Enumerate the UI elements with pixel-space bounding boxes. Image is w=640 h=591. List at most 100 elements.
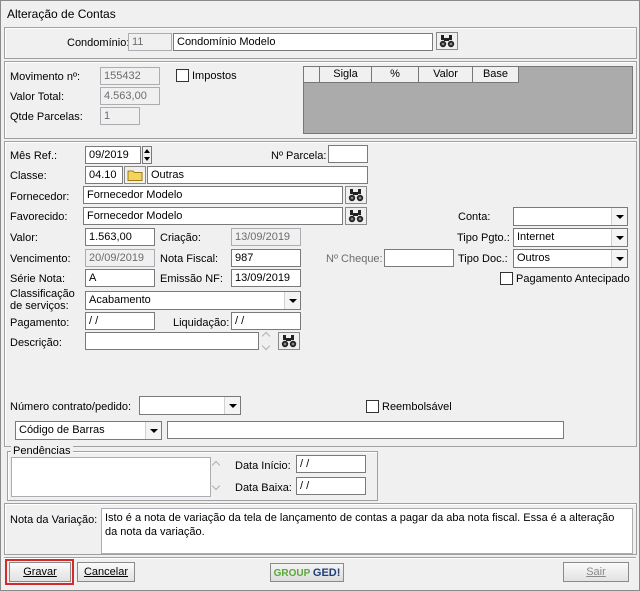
fornecedor-search-button[interactable] bbox=[345, 186, 367, 204]
scroll-up-icon[interactable] bbox=[211, 460, 221, 470]
condominio-name-field[interactable]: Condomínio Modelo bbox=[173, 33, 433, 51]
nota-label: Nota da Variação: bbox=[10, 514, 98, 526]
valor-field[interactable]: 1.563,00 bbox=[85, 228, 155, 246]
data-inicio-field[interactable]: / / bbox=[296, 455, 366, 473]
vencimento-label: Vencimento: bbox=[10, 253, 71, 265]
tipo-doc-value: Outros bbox=[517, 252, 551, 264]
classe-name-field[interactable]: Outras bbox=[147, 166, 368, 184]
gravar-button[interactable]: Gravar bbox=[9, 562, 71, 582]
impostos-grid[interactable]: Sigla % Valor Base bbox=[303, 66, 633, 134]
descricao-label: Descrição: bbox=[10, 337, 62, 349]
cancelar-button[interactable]: Cancelar bbox=[77, 562, 135, 582]
dropdown-arrow-icon[interactable] bbox=[284, 292, 300, 309]
scroll-down-icon[interactable] bbox=[261, 341, 271, 351]
fornecedor-label: Fornecedor: bbox=[10, 191, 70, 203]
spinner-up-icon[interactable] bbox=[144, 149, 150, 153]
dropdown-arrow-icon[interactable] bbox=[145, 422, 161, 439]
scroll-up-icon[interactable] bbox=[261, 331, 271, 341]
barcode-type-select[interactable]: Código de Barras bbox=[15, 421, 162, 440]
favorecido-search-button[interactable] bbox=[345, 207, 367, 225]
tipo-pgto-label: Tipo Pgto.: bbox=[457, 232, 510, 244]
tipo-doc-select[interactable]: Outros bbox=[513, 249, 628, 268]
tipo-pgto-select[interactable]: Internet bbox=[513, 228, 628, 247]
dialog-window: Alteração de Contas Condomínio: 11 Condo… bbox=[0, 0, 640, 591]
classe-code-field[interactable]: 04.10 bbox=[85, 166, 123, 184]
mes-ref-spinner[interactable] bbox=[142, 146, 152, 164]
nparcela-field[interactable] bbox=[328, 145, 368, 163]
tipo-pgto-value: Internet bbox=[517, 231, 555, 243]
logo-part1: GROUP bbox=[273, 568, 311, 579]
qtde-parcelas-label: Qtde Parcelas: bbox=[10, 111, 83, 123]
classificacao-label-line2: de serviços: bbox=[10, 300, 69, 312]
valor-label: Valor: bbox=[10, 232, 38, 244]
descricao-search-button[interactable] bbox=[278, 332, 300, 350]
grid-header-percent[interactable]: % bbox=[372, 67, 419, 83]
mes-ref-field[interactable]: 09/2019 bbox=[85, 146, 141, 164]
vencimento-field[interactable]: 20/09/2019 bbox=[85, 249, 155, 267]
favorecido-field[interactable]: Fornecedor Modelo bbox=[83, 207, 343, 225]
serie-nota-label: Série Nota: bbox=[10, 273, 66, 285]
pagamento-label: Pagamento: bbox=[10, 317, 70, 329]
ncheque-label: Nº Cheque: bbox=[326, 253, 383, 265]
pagamento-field[interactable]: / / bbox=[85, 312, 155, 330]
dropdown-arrow-icon[interactable] bbox=[224, 397, 240, 414]
fornecedor-field[interactable]: Fornecedor Modelo bbox=[83, 186, 343, 204]
grid-header-base[interactable]: Base bbox=[473, 67, 519, 83]
grid-corner bbox=[304, 67, 320, 83]
conta-label: Conta: bbox=[458, 211, 491, 223]
barcode-type-value: Código de Barras bbox=[19, 424, 105, 436]
serie-nota-field[interactable]: A bbox=[85, 269, 155, 287]
conta-select[interactable] bbox=[513, 207, 628, 226]
emissao-nf-field[interactable]: 13/09/2019 bbox=[231, 269, 301, 287]
pendencias-textarea[interactable] bbox=[11, 457, 211, 497]
cancelar-button-label: Cancelar bbox=[83, 566, 129, 578]
tipo-doc-label: Tipo Doc.: bbox=[458, 253, 508, 265]
reembolsavel-label: Reembolsável bbox=[382, 401, 452, 413]
data-baixa-field[interactable]: / / bbox=[296, 477, 366, 495]
grid-header-sigla[interactable]: Sigla bbox=[320, 67, 372, 83]
classe-folder-button[interactable] bbox=[124, 166, 146, 184]
nota-textarea[interactable]: Isto é a nota de variação da tela de lan… bbox=[101, 508, 633, 554]
movimento-num-label: Movimento nº: bbox=[10, 71, 81, 83]
groupged-logo-button[interactable]: GROUP GED! bbox=[270, 563, 344, 582]
window-title: Alteração de Contas bbox=[7, 7, 116, 21]
pagamento-antecipado-checkbox[interactable] bbox=[500, 272, 513, 285]
nparcela-label: Nº Parcela: bbox=[271, 150, 327, 162]
liquidacao-label: Liquidação: bbox=[173, 317, 230, 329]
dropdown-arrow-icon[interactable] bbox=[611, 250, 627, 267]
condominio-code-field[interactable]: 11 bbox=[128, 33, 172, 51]
impostos-label: Impostos bbox=[192, 70, 237, 82]
sair-button-label: Sair bbox=[586, 566, 606, 578]
classificacao-select[interactable]: Acabamento bbox=[85, 291, 301, 310]
ncheque-field[interactable] bbox=[384, 249, 454, 267]
descricao-field[interactable] bbox=[85, 332, 259, 350]
reembolsavel-checkbox[interactable] bbox=[366, 400, 379, 413]
emissao-nf-label: Emissão NF: bbox=[160, 273, 223, 285]
barcode-field[interactable] bbox=[167, 421, 564, 439]
logo-part2: GED! bbox=[312, 567, 341, 579]
contrato-select[interactable] bbox=[139, 396, 241, 415]
qtde-parcelas-field[interactable]: 1 bbox=[100, 107, 140, 125]
pendencias-scroll[interactable] bbox=[211, 457, 223, 495]
sair-button[interactable]: Sair bbox=[563, 562, 629, 582]
bottom-separator bbox=[4, 557, 636, 559]
descricao-scroll[interactable] bbox=[261, 331, 273, 352]
movimento-num-field[interactable]: 155432 bbox=[100, 67, 160, 85]
dropdown-arrow-icon[interactable] bbox=[611, 208, 627, 225]
binoculars-icon bbox=[439, 35, 455, 48]
valor-total-field[interactable]: 4.563,00 bbox=[100, 87, 160, 105]
nota-fiscal-field[interactable]: 987 bbox=[231, 249, 301, 267]
condominio-label: Condomínio: bbox=[67, 37, 130, 49]
impostos-checkbox[interactable] bbox=[176, 69, 189, 82]
condominio-search-button[interactable] bbox=[436, 32, 458, 50]
spinner-down-icon[interactable] bbox=[144, 157, 150, 161]
classificacao-value: Acabamento bbox=[89, 294, 151, 306]
criacao-label: Criação: bbox=[160, 232, 201, 244]
scroll-down-icon[interactable] bbox=[211, 481, 221, 491]
liquidacao-field[interactable]: / / bbox=[231, 312, 301, 330]
data-baixa-label: Data Baixa: bbox=[235, 482, 292, 494]
grid-header-valor[interactable]: Valor bbox=[419, 67, 473, 83]
criacao-field[interactable]: 13/09/2019 bbox=[231, 228, 301, 246]
gravar-button-label: Gravar bbox=[23, 566, 57, 578]
dropdown-arrow-icon[interactable] bbox=[611, 229, 627, 246]
